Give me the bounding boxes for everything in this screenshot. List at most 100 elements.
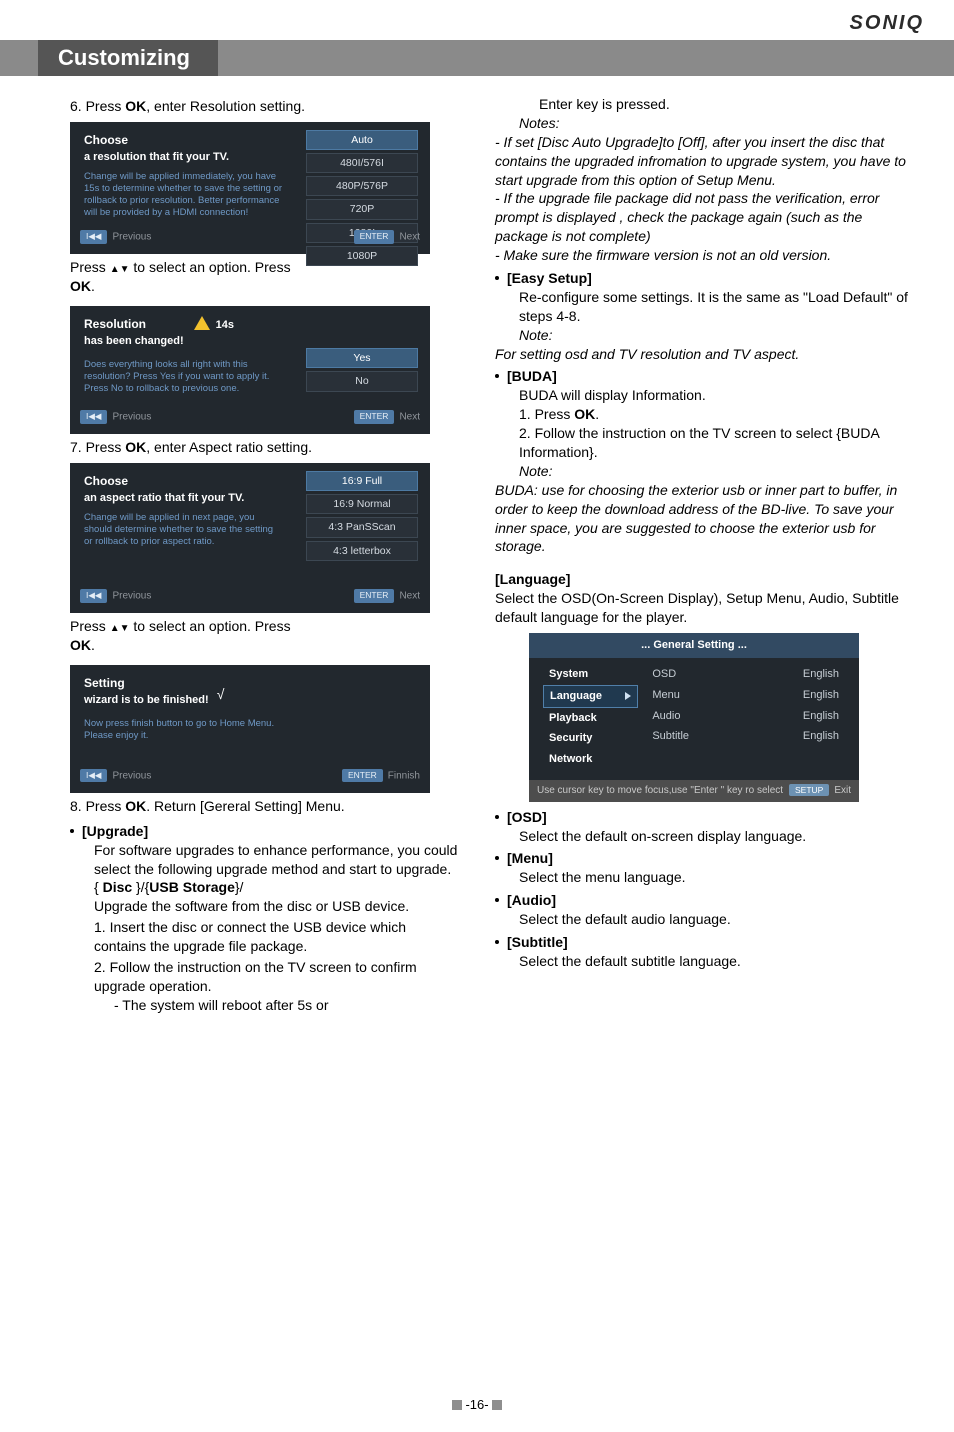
gs-mid-osd[interactable]: OSD xyxy=(646,664,741,685)
gs-val-audio: English xyxy=(750,706,845,727)
subtitle-label: [Subtitle] xyxy=(507,934,568,950)
next-footer[interactable]: ENTERNext xyxy=(354,589,420,605)
gs-item-network[interactable]: Network xyxy=(543,749,638,770)
brand-logo: SONIQ xyxy=(850,10,924,37)
panel-subcaption: has been changed! xyxy=(84,334,184,349)
page-footer: -16- xyxy=(0,1396,954,1414)
easy-setup-bullet: [Easy Setup] xyxy=(495,269,914,288)
enter-chip-icon: ENTER xyxy=(354,589,395,602)
countdown-timer: 14s xyxy=(216,318,234,333)
language-heading: [Language] xyxy=(495,570,914,589)
page-number: -16- xyxy=(465,1397,488,1412)
option-169normal[interactable]: 16:9 Normal xyxy=(306,494,418,514)
aspect-choose-panel: Choose an aspect ratio that fit your TV.… xyxy=(70,463,430,613)
enter-chip-icon: ENTER xyxy=(354,230,395,243)
option-no[interactable]: No xyxy=(306,371,418,391)
bullet-icon xyxy=(495,856,499,860)
upgrade-list-label: { Disc }/{USB Storage}/ xyxy=(94,878,459,897)
wizard-finish-panel: Setting wizard is to be finished! √ Now … xyxy=(70,665,430,793)
checkmark-icon: √ xyxy=(217,685,225,704)
gs-item-security[interactable]: Security xyxy=(543,728,638,749)
step-7-text: 7. Press OK, enter Aspect ratio setting. xyxy=(70,438,459,457)
down-arrow-icon xyxy=(120,259,130,275)
gs-item-playback[interactable]: Playback xyxy=(543,708,638,729)
easy-setup-label: [Easy Setup] xyxy=(507,270,592,286)
next-footer[interactable]: ENTERFinnish xyxy=(342,769,420,785)
note-3: - Make sure the firmware version is not … xyxy=(495,246,914,265)
gs-mid-subtitle[interactable]: Subtitle xyxy=(646,726,741,747)
upgrade-step-2: 2. Follow the instruction on the TV scre… xyxy=(94,958,459,996)
bullet-icon xyxy=(495,374,499,378)
option-720p[interactable]: 720P xyxy=(306,199,418,219)
buda-step-2: 2. Follow the instruction on the TV scre… xyxy=(519,424,914,462)
panel-footer: I◀◀Previous ENTERNext xyxy=(80,230,420,246)
next-footer[interactable]: ENTERNext xyxy=(354,230,420,246)
title-bar: Customizing xyxy=(0,40,954,76)
note-1: - If set [Disc Auto Upgrade]to [Off], af… xyxy=(495,133,914,190)
bullet-icon xyxy=(70,829,74,833)
upgrade-body-2: Upgrade the software from the disc or US… xyxy=(94,897,459,916)
panel-footer: I◀◀Previous ENTERNext xyxy=(80,410,420,426)
notes-label: Notes: xyxy=(519,114,914,133)
gs-title: ... General Setting ... xyxy=(529,633,859,658)
gs-mid-menu[interactable]: Menu xyxy=(646,685,741,706)
right-column: Enter key is pressed. Notes: - If set [D… xyxy=(477,95,954,1385)
step-8-text: 8. Press OK. Return [Gereral Setting] Me… xyxy=(70,797,459,816)
option-480p[interactable]: 480P/576P xyxy=(306,176,418,196)
panel-subcaption: wizard is to be finished! xyxy=(84,693,209,708)
down-arrow-icon xyxy=(120,618,130,634)
gs-right-col: English English English English xyxy=(746,664,849,770)
resolution-confirm-panel: Resolution has been changed! 14s Does ev… xyxy=(70,306,430,434)
menu-bullet: [Menu] xyxy=(495,849,914,868)
option-1080p[interactable]: 1080P xyxy=(306,246,418,266)
bullet-icon xyxy=(495,276,499,280)
upgrade-step-2a: - The system will reboot after 5s or xyxy=(114,996,459,1015)
prev-chip-icon: I◀◀ xyxy=(80,230,107,243)
up-arrow-icon xyxy=(110,259,120,275)
panel-desc: Does everything looks all right with thi… xyxy=(84,359,284,395)
enter-key-pressed: Enter key is pressed. xyxy=(539,95,914,114)
panel-caption: Setting xyxy=(84,675,209,691)
prev-footer[interactable]: I◀◀Previous xyxy=(80,410,151,426)
panel-desc: Now press finish button to go to Home Me… xyxy=(84,718,284,742)
gs-val-subtitle: English xyxy=(750,726,845,747)
option-43letterbox[interactable]: 4:3 letterbox xyxy=(306,541,418,561)
panel-footer: I◀◀Previous ENTERNext xyxy=(80,589,420,605)
prev-chip-icon: I◀◀ xyxy=(80,589,107,602)
osd-bullet: [OSD] xyxy=(495,808,914,827)
gs-item-language[interactable]: Language xyxy=(543,685,638,708)
option-480i[interactable]: 480I/576I xyxy=(306,153,418,173)
audio-bullet: [Audio] xyxy=(495,891,914,910)
buda-label: [BUDA] xyxy=(507,368,557,384)
prev-footer[interactable]: I◀◀Previous xyxy=(80,589,151,605)
option-43panscan[interactable]: 4:3 PanSScan xyxy=(306,517,418,537)
menu-label: [Menu] xyxy=(507,850,553,866)
option-auto[interactable]: Auto xyxy=(306,130,418,150)
buda-note-body: BUDA: use for choosing the exterior usb … xyxy=(495,481,914,557)
gs-footer: Use cursor key to move focus,use "Enter … xyxy=(529,780,859,802)
option-169full[interactable]: 16:9 Full xyxy=(306,471,418,491)
panel-desc: Change will be applied in next page, you… xyxy=(84,512,284,548)
buda-bullet: [BUDA] xyxy=(495,367,914,386)
buda-note-label: Note: xyxy=(519,462,914,481)
confirm-options: Yes No xyxy=(306,348,418,391)
play-arrow-icon xyxy=(625,692,631,700)
gs-footer-exit[interactable]: SETUPExit xyxy=(789,784,851,798)
aspect-options: 16:9 Full 16:9 Normal 4:3 PanSScan 4:3 l… xyxy=(306,471,418,561)
easy-setup-body: Re-configure some settings. It is the sa… xyxy=(519,288,914,326)
press-select-2: Press to select an option. Press OK. xyxy=(70,617,459,655)
general-setting-menu: ... General Setting ... System Language … xyxy=(529,633,859,802)
prev-footer[interactable]: I◀◀Previous xyxy=(80,230,151,246)
gs-mid-audio[interactable]: Audio xyxy=(646,706,741,727)
option-yes[interactable]: Yes xyxy=(306,348,418,368)
gs-item-system[interactable]: System xyxy=(543,664,638,685)
up-arrow-icon xyxy=(110,618,120,634)
osd-body: Select the default on-screen display lan… xyxy=(519,827,914,846)
setup-chip-icon: SETUP xyxy=(789,784,829,796)
buda-body: BUDA will display Information. xyxy=(519,386,914,405)
language-body: Select the OSD(On-Screen Display), Setup… xyxy=(495,589,914,627)
prev-footer[interactable]: I◀◀Previous xyxy=(80,769,151,785)
next-footer[interactable]: ENTERNext xyxy=(354,410,420,426)
prev-chip-icon: I◀◀ xyxy=(80,410,107,423)
buda-step-1: 1. Press OK. xyxy=(519,405,914,424)
